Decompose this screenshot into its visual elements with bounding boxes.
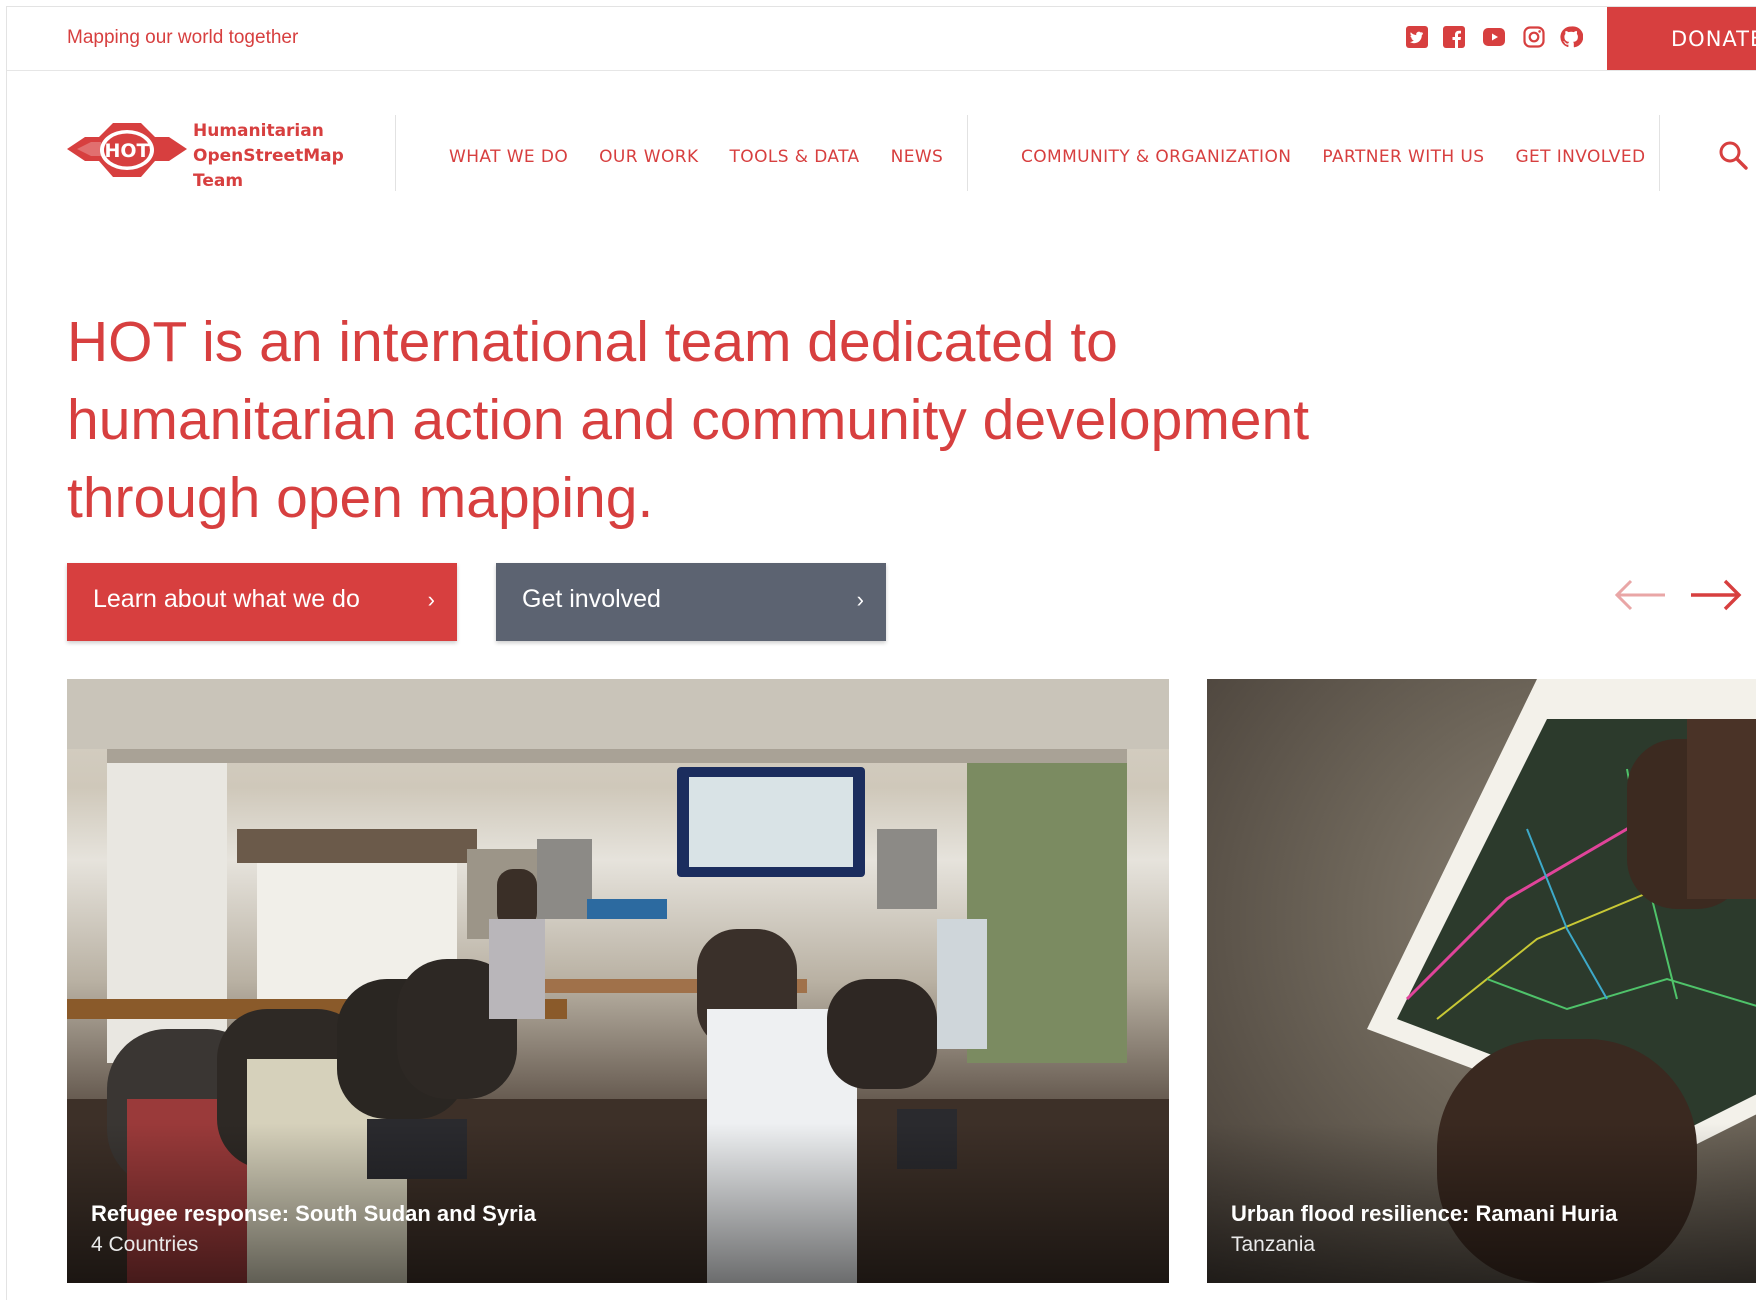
hot-logo[interactable]: HOT [67,115,187,187]
arrow-right-icon[interactable] [1687,577,1743,613]
card-subtitle: Tanzania [1231,1233,1316,1256]
carousel-card[interactable]: Refugee response: South Sudan and Syria … [67,679,1169,1283]
facebook-icon[interactable] [1442,25,1466,49]
primary-nav: WHAT WE DO OUR WORK TOOLS & DATA NEWS [449,147,974,167]
nav-what-we-do[interactable]: WHAT WE DO [449,147,568,167]
logo-line: Humanitarian [193,121,324,141]
github-icon[interactable] [1559,25,1583,49]
hero-title: HOT is an international team dedicated t… [67,310,1310,530]
donate-button[interactable]: DONATE [1607,7,1756,70]
nav-partner-with-us[interactable]: PARTNER WITH US [1322,147,1484,167]
get-involved-button[interactable]: Get involved › [496,563,886,641]
main-header: HOT Humanitarian OpenStreetMap Team WHAT… [7,71,1756,195]
search-icon[interactable] [1717,139,1749,171]
nav-get-involved[interactable]: GET INVOLVED [1515,147,1645,167]
logo-line: Team [193,171,244,191]
twitter-icon[interactable] [1405,25,1429,49]
get-involved-label: Get involved [522,585,661,613]
divider [395,115,396,191]
logo-badge-text: HOT [104,140,149,162]
nav-tools-data[interactable]: TOOLS & DATA [730,147,860,167]
chevron-right-icon: › [427,587,435,612]
divider [1659,115,1660,191]
nav-community-organization[interactable]: COMMUNITY & ORGANIZATION [1021,147,1291,167]
divider [967,115,968,191]
nav-our-work[interactable]: OUR WORK [599,147,698,167]
secondary-nav: COMMUNITY & ORGANIZATION PARTNER WITH US… [1021,147,1676,167]
card-title: Urban flood resilience: Ramani Huria [1231,1201,1618,1226]
nav-news[interactable]: NEWS [891,147,944,167]
instagram-icon[interactable] [1522,25,1546,49]
logo-wordmark[interactable]: Humanitarian OpenStreetMap Team [193,119,344,194]
top-bar: Mapping our world together DONATE [7,7,1756,71]
carousel-card[interactable]: Urban flood resilience: Ramani Huria Tan… [1207,679,1756,1283]
learn-about-label: Learn about what we do [93,585,360,613]
arrow-left-icon[interactable] [1613,577,1669,613]
chevron-right-icon: › [856,587,864,612]
social-links [1405,25,1583,49]
logo-line: OpenStreetMap [193,146,344,166]
card-title: Refugee response: South Sudan and Syria [91,1201,536,1226]
page: Mapping our world together DONATE HOT Hu… [6,6,1756,1300]
learn-about-button[interactable]: Learn about what we do › [67,563,457,641]
tagline: Mapping our world together [67,27,299,48]
card-subtitle: 4 Countries [91,1233,199,1256]
youtube-icon[interactable] [1479,25,1509,49]
